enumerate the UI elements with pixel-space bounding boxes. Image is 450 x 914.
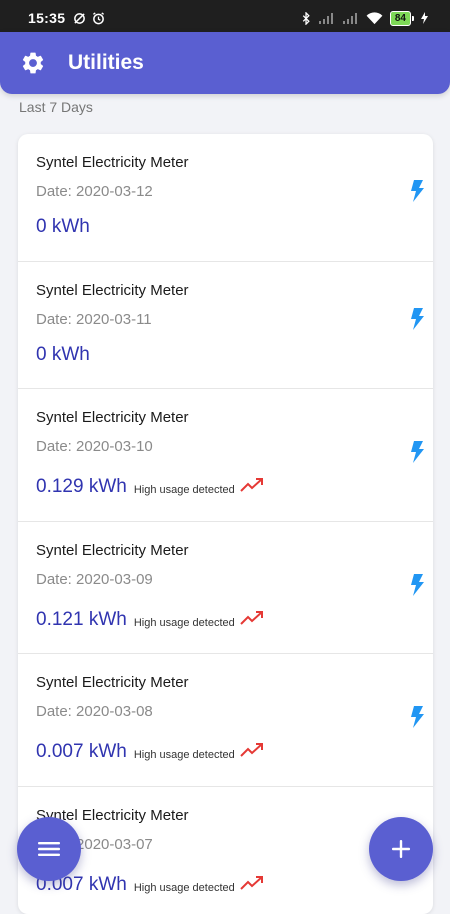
list-item[interactable]: Syntel Electricity Meter Date: 2020-03-1… xyxy=(18,389,433,522)
trending-up-icon xyxy=(240,876,263,890)
plus-icon xyxy=(392,840,410,858)
reading-value: 0.007 kWh xyxy=(36,741,127,762)
status-bar: 15:35 84 xyxy=(0,0,450,36)
lightning-bolt-icon xyxy=(411,441,424,463)
reading-date: Date: 2020-03-08 xyxy=(36,703,153,720)
reading-value: 0.121 kWh xyxy=(36,609,127,630)
list-item[interactable]: Syntel Electricity Meter Date: 2020-03-0… xyxy=(18,522,433,654)
reading-value: 0 kWh xyxy=(36,344,90,365)
lightning-bolt-icon xyxy=(411,308,424,330)
meter-name: Syntel Electricity Meter xyxy=(36,542,189,559)
meter-name: Syntel Electricity Meter xyxy=(36,282,189,299)
high-usage-note: High usage detected xyxy=(133,882,235,894)
app-header: Utilities xyxy=(0,32,450,94)
high-usage-note: High usage detected xyxy=(133,617,235,629)
menu-fab-button[interactable] xyxy=(17,817,81,881)
signal-icon xyxy=(342,13,357,24)
list-item[interactable]: Syntel Electricity Meter Date: 2020-03-1… xyxy=(18,134,433,262)
lightning-bolt-icon xyxy=(411,706,424,728)
reading-value-row: 0.007 kWh High usage detected xyxy=(36,741,264,763)
status-right-icons: 84 xyxy=(302,10,428,26)
section-label: Last 7 Days xyxy=(19,99,93,115)
trending-up-icon xyxy=(240,743,263,757)
high-usage-note: High usage detected xyxy=(133,749,235,761)
charging-icon xyxy=(421,12,428,24)
list-item[interactable]: Syntel Electricity Meter Date: 2020-03-0… xyxy=(18,654,433,787)
battery-tip xyxy=(412,15,414,21)
meter-name: Syntel Electricity Meter xyxy=(36,674,189,691)
reading-value-row: 0 kWh xyxy=(36,216,90,238)
alarm-icon xyxy=(93,11,105,24)
reading-value-row: 0.129 kWh High usage detected xyxy=(36,476,264,498)
lightning-bolt-icon xyxy=(411,180,424,202)
list-item[interactable]: Syntel Electricity Meter Date: 2020-03-1… xyxy=(18,262,433,389)
readings-list: Syntel Electricity Meter Date: 2020-03-1… xyxy=(18,134,433,914)
status-time: 15:35 xyxy=(28,10,66,26)
reading-value: 0 kWh xyxy=(36,216,90,237)
reading-value-row: 0 kWh xyxy=(36,344,90,366)
reading-date: Date: 2020-03-10 xyxy=(36,438,153,455)
signal-icon xyxy=(318,13,333,24)
gear-icon[interactable] xyxy=(20,50,46,76)
reading-date: Date: 2020-03-11 xyxy=(36,311,152,328)
reading-value-row: 0.121 kWh High usage detected xyxy=(36,609,264,631)
bluetooth-icon xyxy=(302,11,310,25)
reading-value: 0.129 kWh xyxy=(36,476,127,497)
meter-name: Syntel Electricity Meter xyxy=(36,154,189,171)
status-left-icons xyxy=(73,11,105,25)
menu-icon xyxy=(38,842,60,856)
trending-up-icon xyxy=(240,478,263,492)
battery-indicator: 84 xyxy=(389,10,414,26)
reading-value-row: 0.007 kWh High usage detected xyxy=(36,874,264,896)
page-title: Utilities xyxy=(68,51,144,74)
add-fab-button[interactable] xyxy=(369,817,433,881)
reading-date: Date: 2020-03-12 xyxy=(36,183,153,200)
sync-off-icon xyxy=(74,12,86,24)
battery-level: 84 xyxy=(389,10,411,26)
wifi-icon xyxy=(366,11,383,24)
lightning-bolt-icon xyxy=(411,574,424,596)
reading-date: Date: 2020-03-09 xyxy=(36,571,153,588)
trending-up-icon xyxy=(240,611,263,625)
high-usage-note: High usage detected xyxy=(133,484,235,496)
meter-name: Syntel Electricity Meter xyxy=(36,409,189,426)
